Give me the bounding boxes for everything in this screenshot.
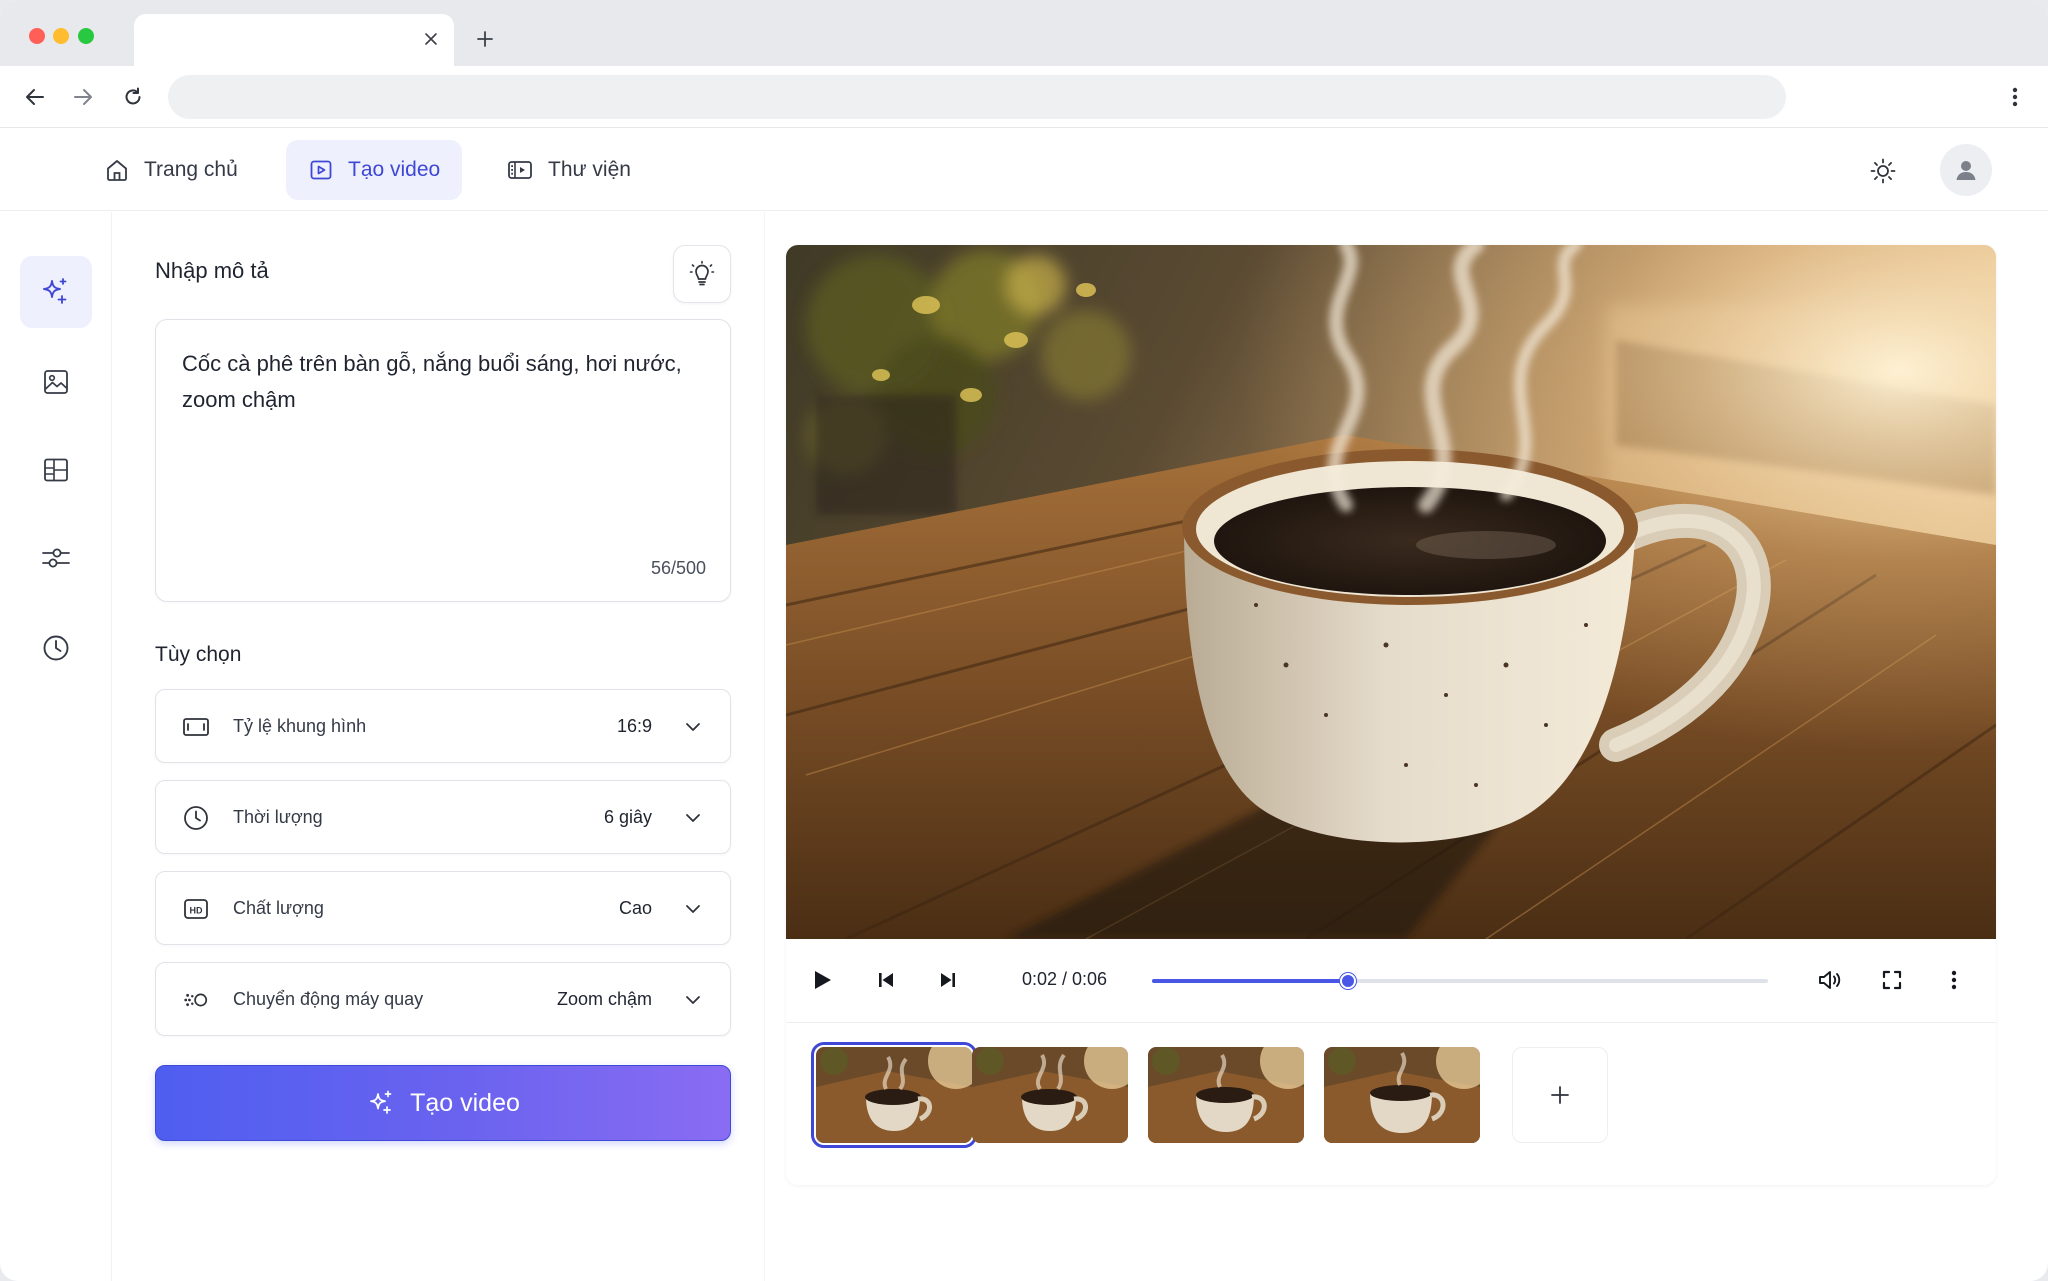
seek-bar[interactable] [1152,973,1768,989]
avatar[interactable] [1940,144,1992,196]
app-header: Trang chủ Tạo video Thư viện [0,128,2048,211]
thumbnail-frame[interactable] [972,1047,1128,1143]
browser-tab[interactable] [134,14,454,66]
time-readout: 0:02 / 0:06 [1022,969,1108,989]
address-bar[interactable] [168,75,1786,119]
prompt-text: Cốc cà phê trên bàn gỗ, nắng buổi sáng, … [182,351,682,412]
video-preview[interactable] [786,245,1996,939]
film-library-icon [508,161,532,179]
idea-button[interactable] [673,245,731,303]
rail-item-image[interactable] [20,346,92,418]
option-value: Cao [618,898,652,918]
browser-tabstrip [0,0,2048,66]
tool-rail [0,212,112,1281]
character-count: 56/500 [650,558,706,578]
panel-divider [764,212,765,1281]
camera-motion-icon [182,986,210,1014]
browser-window: Trang chủ Tạo video Thư viện Nhập mô tả … [0,0,2048,1281]
generate-video-label: Tạo video [410,1088,520,1117]
layout-icon [44,458,68,482]
option-value: 6 giây [603,807,652,827]
options-title: Tùy chọn [155,643,242,666]
clock-icon [43,635,69,661]
aspect-ratio-select[interactable]: Tỷ lệ khung hình 16:9 [155,689,731,763]
nav-item-label: Trang chủ [144,158,238,181]
image-icon [44,370,68,394]
rail-item-history[interactable] [20,612,92,684]
quality-select[interactable]: HD Chất lượng Cao [155,871,731,945]
chevron-down-icon [682,898,704,920]
duration-select[interactable]: Thời lượng 6 giây [155,780,731,854]
rail-item-generate[interactable] [20,256,92,328]
camera-motion-select[interactable]: Chuyển động máy quay Zoom chậm [155,962,731,1036]
close-icon[interactable] [420,28,442,50]
rail-item-layout[interactable] [20,434,92,506]
arrow-left-icon[interactable] [20,82,50,112]
option-label: Chất lượng [233,898,324,918]
nav-item-label: Thư viện [548,158,631,181]
skip-back-icon[interactable] [866,960,906,1000]
fullscreen-icon[interactable] [1872,960,1912,1000]
svg-text:HD: HD [190,906,203,916]
option-label: Thời lượng [233,807,323,827]
window-close-button[interactable] [29,28,45,44]
seek-progress [1152,979,1348,983]
video-play-icon [310,160,332,180]
sparkle-icon [370,1090,392,1114]
browser-toolbar [0,66,2048,128]
lightbulb-icon [689,260,715,286]
plus-icon [1551,1086,1569,1104]
clock-icon [182,804,210,832]
chevron-down-icon [682,807,704,829]
option-value: 16:9 [616,716,652,736]
aspect-ratio-icon [182,713,210,741]
more-vertical-icon[interactable] [2000,82,2030,112]
refresh-icon[interactable] [118,82,148,112]
more-vertical-icon[interactable] [1934,960,1974,1000]
skip-forward-icon[interactable] [928,960,968,1000]
sliders-icon [42,548,70,568]
nav-item-create-video[interactable]: Tạo video [286,140,463,200]
thumbnail-frame[interactable] [811,1042,977,1148]
nav-item-label: Tạo video [348,158,441,181]
volume-icon[interactable] [1810,960,1850,1000]
user-icon [1956,161,1976,180]
prompt-title: Nhập mô tả [155,258,269,283]
arrow-right-icon[interactable] [68,82,98,112]
option-label: Tỷ lệ khung hình [233,716,367,736]
thumbnail-frame[interactable] [1324,1047,1480,1143]
home-icon [107,160,127,181]
plus-icon[interactable] [470,24,500,54]
option-label: Chuyển động máy quay [233,989,424,1009]
prompt-textarea[interactable]: Cốc cà phê trên bàn gỗ, nắng buổi sáng, … [155,319,731,602]
add-frame-button[interactable] [1512,1047,1608,1143]
window-zoom-button[interactable] [78,28,94,44]
chevron-down-icon [682,989,704,1011]
thumbnail-frame[interactable] [1148,1047,1304,1143]
nav-item-home[interactable]: Trang chủ [82,140,260,200]
window-minimize-button[interactable] [53,28,69,44]
generate-video-button[interactable]: Tạo video [155,1065,731,1141]
rail-item-settings[interactable] [20,522,92,594]
play-icon[interactable] [802,960,842,1000]
sparkle-icon [43,278,67,304]
nav-item-library[interactable]: Thư viện [484,140,653,200]
chevron-down-icon [682,716,704,738]
player-controls: 0:02 / 0:06 [786,939,1996,1023]
hd-icon: HD [182,895,210,923]
seek-handle[interactable] [1339,973,1356,989]
sun-icon[interactable] [1864,152,1902,190]
option-value: Zoom chậm [556,989,652,1009]
thumbnail-strip [786,1023,1996,1183]
